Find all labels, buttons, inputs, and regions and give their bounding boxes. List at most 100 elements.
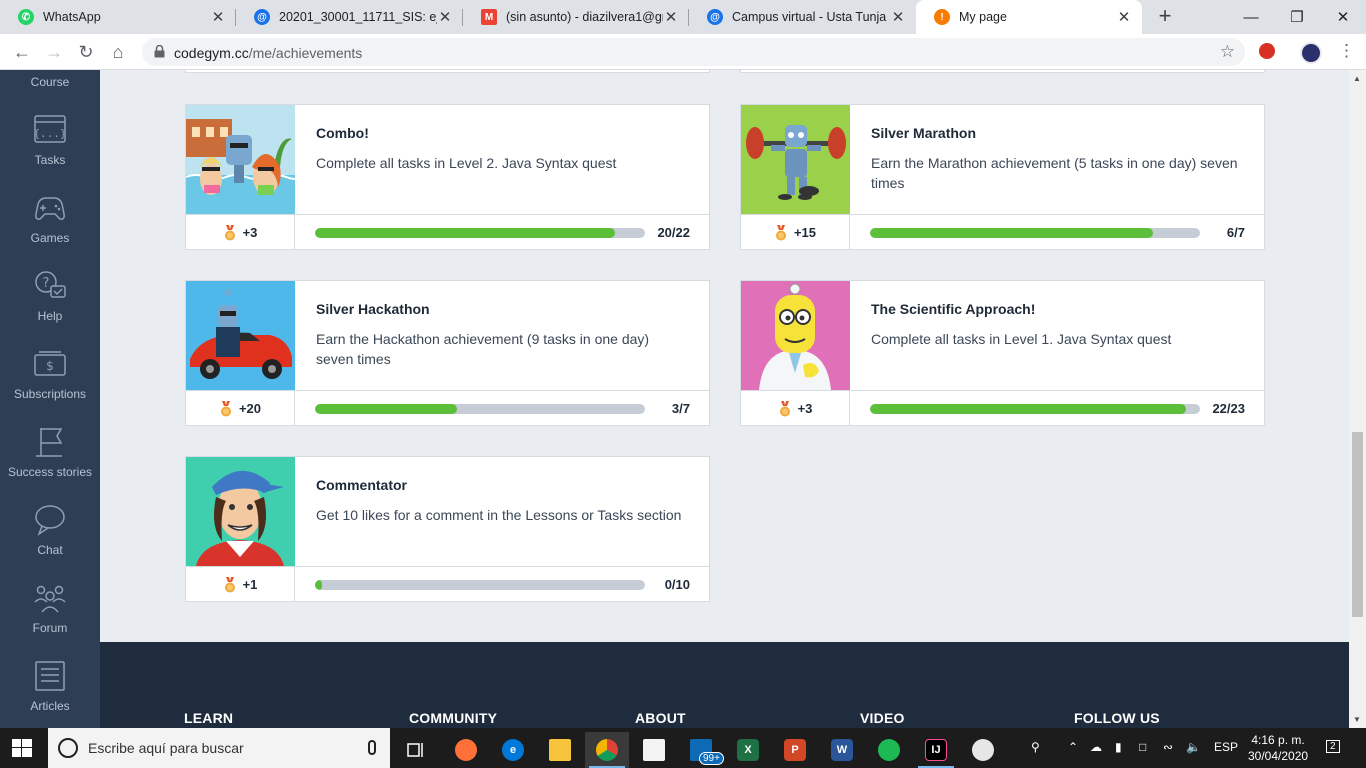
- footer-heading-about[interactable]: ABOUT: [635, 710, 686, 726]
- progress-bar: [870, 404, 1200, 414]
- excel-icon[interactable]: X: [726, 732, 770, 768]
- sidebar-item-subscriptions[interactable]: $ Subscriptions: [0, 338, 100, 416]
- achievement-image: [741, 105, 850, 214]
- achievement-footer: +15 6/7: [741, 214, 1264, 250]
- new-tab-button[interactable]: +: [1154, 5, 1176, 28]
- home-icon[interactable]: ⌂: [105, 39, 131, 65]
- sidebar-item-chat[interactable]: Chat: [0, 494, 100, 572]
- clock-time: 4:16 p. m.: [1251, 733, 1305, 747]
- progress-fill: [315, 580, 322, 590]
- tab-my-page[interactable]: ! My page ✕: [916, 0, 1142, 34]
- page-scrollbar[interactable]: ▲ ▼: [1349, 70, 1366, 728]
- svg-text:{...}: {...}: [33, 127, 66, 140]
- tab-whatsapp[interactable]: ✆ WhatsApp ✕: [0, 0, 236, 34]
- edge-icon[interactable]: e: [491, 732, 535, 768]
- mail-icon[interactable]: 99+: [679, 732, 724, 768]
- tab-title: My page: [959, 10, 1007, 24]
- chrome-icon[interactable]: [585, 732, 629, 768]
- sidebar-item-label: Success stories: [7, 465, 93, 479]
- sidebar-item-success-stories[interactable]: Success stories: [0, 416, 100, 494]
- bookmark-star-icon[interactable]: ☆: [1220, 42, 1235, 62]
- progress-fill: [870, 404, 1186, 414]
- microphone-icon[interactable]: [368, 740, 376, 755]
- sidebar-item-label: Course: [30, 75, 70, 89]
- minimize-icon[interactable]: —: [1228, 0, 1274, 34]
- word-icon[interactable]: W: [820, 732, 864, 768]
- tab-campus-virtual[interactable]: @ Campus virtual - Usta Tunja ✕: [689, 0, 916, 34]
- paint-icon[interactable]: [961, 732, 1005, 768]
- back-icon[interactable]: ←: [9, 39, 35, 65]
- site-footer: LEARN COMMUNITY ABOUT VIDEO FOLLOW US: [100, 642, 1349, 728]
- achievement-body: Combo! Complete all tasks in Level 2. Ja…: [295, 105, 709, 214]
- dollar-card-icon: $: [34, 351, 66, 376]
- sidebar-item-course[interactable]: Course: [0, 70, 100, 104]
- gmail-icon: M: [481, 9, 497, 25]
- achievement-reward: +3: [186, 215, 295, 250]
- powerpoint-icon[interactable]: P: [773, 732, 817, 768]
- sidebar-item-label: Tasks: [34, 153, 66, 167]
- address-bar[interactable]: codegym.cc/me/achievements ☆: [142, 38, 1245, 66]
- search-placeholder: Escribe aquí para buscar: [88, 740, 244, 756]
- footer-heading-follow-us[interactable]: FOLLOW US: [1074, 710, 1160, 726]
- progress-count: 0/10: [664, 577, 690, 592]
- achievement-description: Earn the Marathon achievement (5 tasks i…: [871, 155, 1238, 191]
- spotify-icon[interactable]: [867, 732, 911, 768]
- close-tab-icon[interactable]: ✕: [437, 8, 453, 26]
- footer-heading-learn[interactable]: LEARN: [184, 710, 233, 726]
- forward-icon[interactable]: →: [41, 39, 67, 65]
- achievement-footer: +20 3/7: [186, 390, 709, 426]
- footer-heading-video[interactable]: VIDEO: [860, 710, 905, 726]
- task-view-icon[interactable]: [394, 732, 438, 768]
- sidebar-item-help[interactable]: ? Help: [0, 260, 100, 338]
- close-tab-icon[interactable]: ✕: [210, 8, 226, 26]
- sidebar-item-forum[interactable]: Forum: [0, 572, 100, 650]
- tab-sis[interactable]: @ 20201_30001_11711_SIS: ejerci ✕: [236, 0, 463, 34]
- notification-icon[interactable]: 2: [1326, 740, 1340, 753]
- gamepad-icon: [35, 197, 65, 220]
- people-icon[interactable]: ⚲: [1031, 740, 1040, 754]
- wifi-icon[interactable]: ∾: [1163, 740, 1173, 754]
- taskbar-search[interactable]: Escribe aquí para buscar: [48, 728, 390, 768]
- scrollbar-thumb[interactable]: [1352, 432, 1363, 617]
- tab-gmail[interactable]: M (sin asunto) - diazilvera1@gma ✕: [463, 0, 689, 34]
- language-indicator[interactable]: ESP: [1214, 740, 1238, 754]
- store-icon[interactable]: [632, 732, 676, 768]
- volume-icon[interactable]: 🔈: [1186, 740, 1201, 754]
- scroll-down-icon[interactable]: ▼: [1353, 715, 1361, 724]
- flag-icon: [36, 428, 63, 457]
- chevron-up-icon[interactable]: ⌃: [1068, 740, 1078, 754]
- achievement-description: Earn the Hackathon achievement (9 tasks …: [316, 331, 650, 367]
- progress-count: 3/7: [671, 401, 690, 416]
- file-explorer-icon[interactable]: [538, 732, 582, 768]
- extension-icon[interactable]: [1259, 43, 1275, 59]
- achievement-footer: +1 0/10: [186, 566, 709, 602]
- onedrive-icon[interactable]: ☁: [1090, 740, 1102, 754]
- close-tab-icon[interactable]: ✕: [663, 8, 679, 26]
- article-icon: [35, 661, 65, 691]
- taskbar-clock[interactable]: 4:16 p. m. 30/04/2020: [1248, 732, 1308, 764]
- sidebar-item-articles[interactable]: Articles: [0, 650, 100, 728]
- scroll-up-icon[interactable]: ▲: [1353, 74, 1361, 83]
- sidebar-item-label: Chat: [37, 543, 63, 557]
- sidebar-item-games[interactable]: Games: [0, 182, 100, 260]
- progress-fill: [870, 228, 1153, 238]
- achievement-body: Silver Marathon Earn the Marathon achiev…: [850, 105, 1264, 214]
- reload-icon[interactable]: ↻: [73, 39, 99, 65]
- firefox-icon[interactable]: [444, 732, 488, 768]
- windows-start-icon[interactable]: [12, 739, 32, 757]
- sidebar-item-label: Help: [37, 309, 63, 323]
- profile-avatar[interactable]: [1300, 42, 1322, 64]
- restore-icon[interactable]: ❐: [1274, 0, 1320, 34]
- mail-badge: 99+: [699, 752, 724, 765]
- close-tab-icon[interactable]: ✕: [1116, 8, 1132, 26]
- close-tab-icon[interactable]: ✕: [890, 8, 906, 26]
- sidebar-item-tasks[interactable]: {...} Tasks: [0, 104, 100, 182]
- code-braces-icon: {...}: [33, 115, 67, 143]
- close-window-icon[interactable]: ✕: [1320, 0, 1366, 34]
- achievement-card-partial: [740, 70, 1265, 73]
- battery-icon[interactable]: ▮: [1115, 740, 1122, 754]
- network-icon[interactable]: □: [1139, 740, 1146, 754]
- intellij-icon[interactable]: IJ: [914, 732, 958, 768]
- footer-heading-community[interactable]: COMMUNITY: [409, 710, 497, 726]
- browser-menu-icon[interactable]: ⋮: [1338, 42, 1355, 59]
